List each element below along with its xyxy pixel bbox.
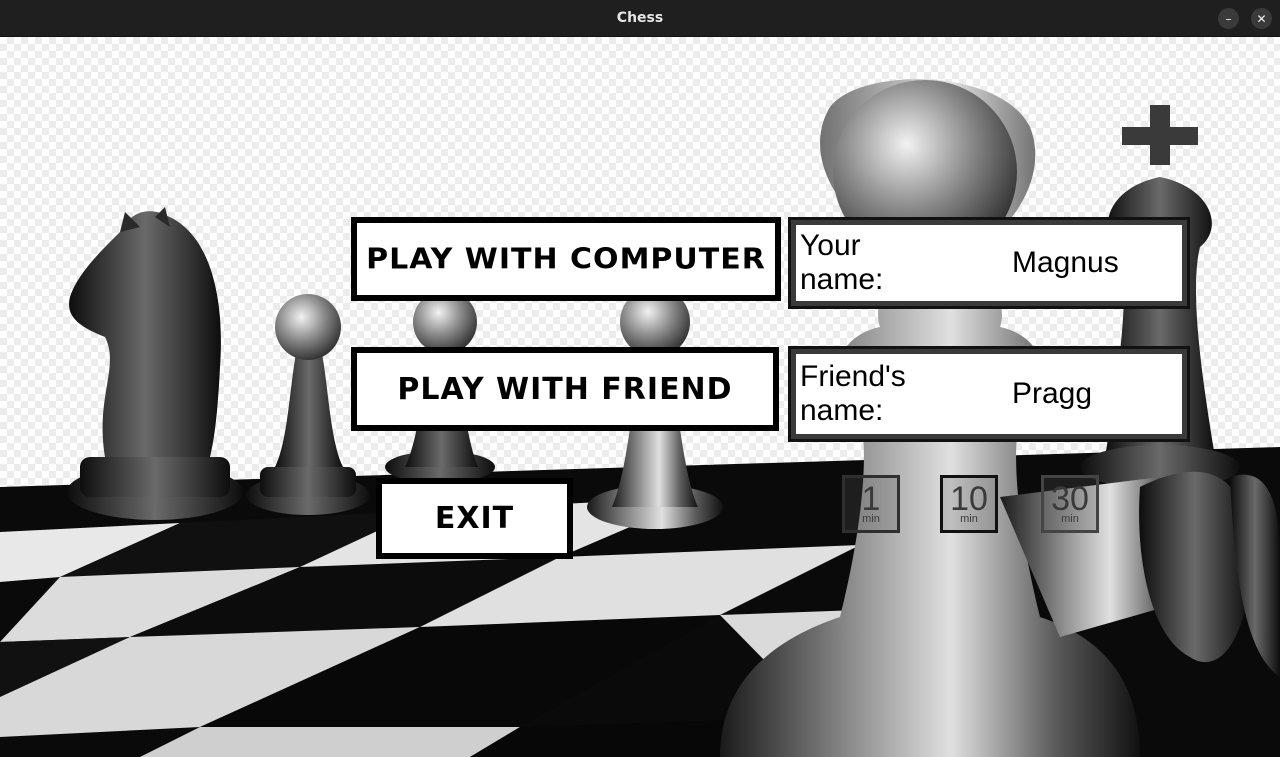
exit-button[interactable]: EXIT [376,478,573,559]
your-name-input[interactable] [1012,246,1182,280]
time-30-unit: min [1061,513,1079,525]
time-30-min-button[interactable]: 30 min [1041,475,1099,533]
exit-label: EXIT [434,501,515,536]
play-with-friend-label: PLAY WITH FRIEND [397,371,733,407]
app-window: Chess – ✕ PLAY WITH COMPUTER PLAY WITH F… [0,0,1280,757]
time-1-unit: min [862,513,880,525]
time-10-unit: min [960,513,978,525]
play-with-computer-label: PLAY WITH COMPUTER [366,242,766,276]
close-icon: ✕ [1256,11,1267,26]
friend-name-field[interactable]: Friend's name: [788,346,1190,442]
knight-piece [67,207,243,520]
menu-scene: PLAY WITH COMPUTER PLAY WITH FRIEND EXIT… [0,37,1280,757]
play-with-friend-button[interactable]: PLAY WITH FRIEND [351,347,779,431]
play-with-computer-button[interactable]: PLAY WITH COMPUTER [351,217,781,301]
your-name-label: Your name: [800,229,884,296]
title-bar: Chess – ✕ [0,0,1280,37]
time-10-min-button[interactable]: 10 min [940,475,998,533]
time-1-min-button[interactable]: 1 min [842,475,900,533]
close-button[interactable]: ✕ [1251,8,1272,29]
time-30-number: 30 [1051,480,1089,518]
friend-name-label: Friend's name: [800,360,906,427]
time-10-number: 10 [950,480,988,518]
time-1-number: 1 [861,480,881,518]
friend-name-input[interactable] [1012,377,1182,411]
minimize-icon: – [1225,11,1232,26]
minimize-button[interactable]: – [1218,8,1239,29]
window-title: Chess [616,10,664,26]
your-name-field[interactable]: Your name: [788,217,1190,309]
